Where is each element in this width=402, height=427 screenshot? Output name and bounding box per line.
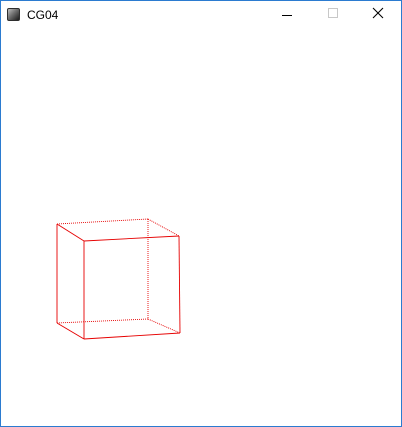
window-title: CG04 [27,8,59,22]
app-window: CG04 [0,0,402,427]
cube-edge [56,223,85,242]
maximize-button[interactable] [310,1,356,30]
close-icon [372,7,384,19]
minimize-icon [282,15,292,16]
close-button[interactable] [355,1,401,30]
title-bar[interactable]: CG04 [1,1,401,31]
cube-edge [178,235,181,334]
cube-edge-hidden [56,218,149,225]
cube-viewport [56,218,181,340]
minimize-button[interactable] [264,1,310,30]
cube-edge-hidden [147,218,180,237]
maximize-icon [328,8,338,18]
cube-edge-hidden [147,318,181,334]
cube-edge [83,235,180,242]
cube-edge [83,332,181,340]
cube-edge-hidden [56,318,149,324]
app-window-icon [7,8,20,21]
render-canvas[interactable] [1,31,401,426]
cube-edge [56,322,85,340]
